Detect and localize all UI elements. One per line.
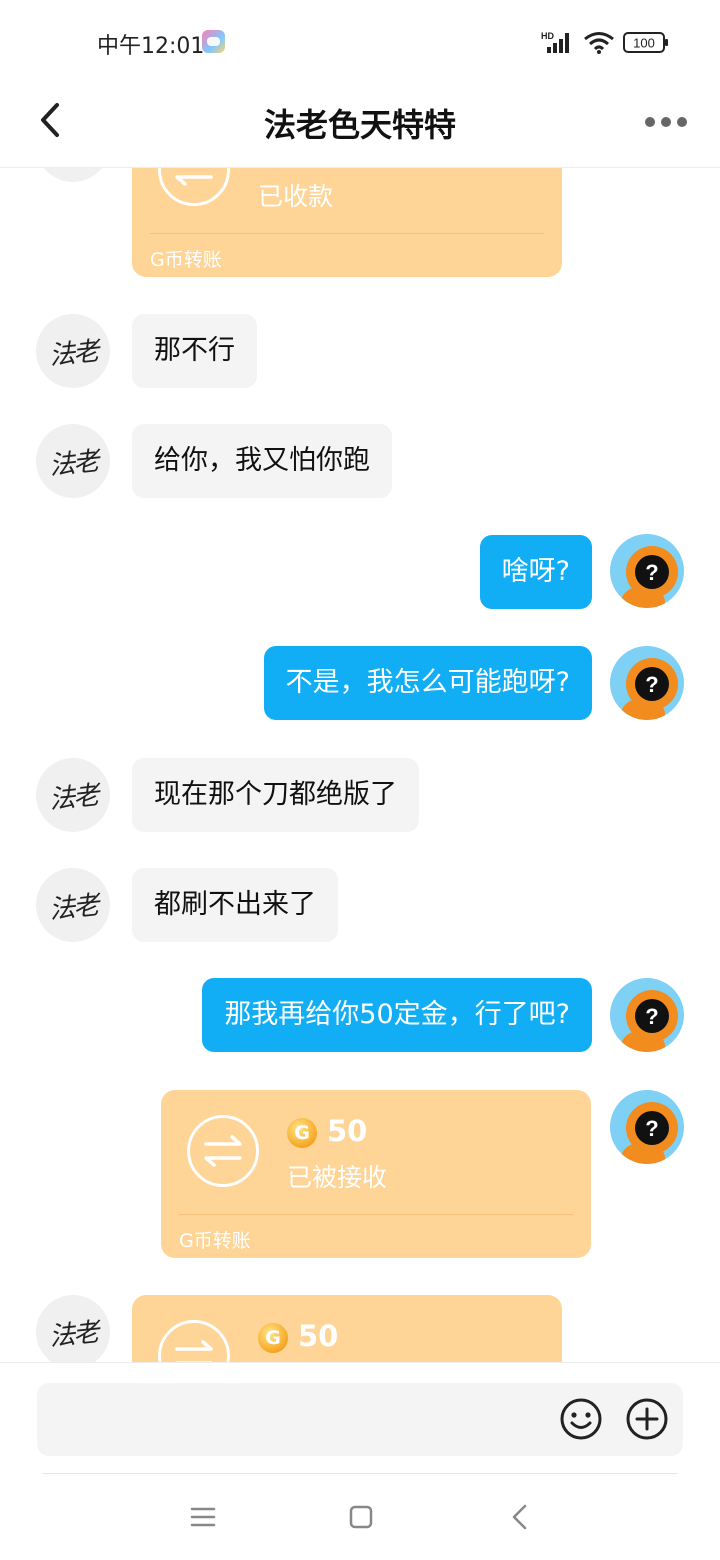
back-icon[interactable] (508, 1503, 532, 1531)
avatar-signature: 法老 (47, 890, 99, 925)
chat-title: 法老色天特特 (263, 106, 456, 144)
avatar-signature: 法老 (47, 446, 99, 481)
contact-avatar[interactable]: 法老 (36, 758, 110, 832)
svg-text:?: ? (645, 560, 658, 585)
chat-message-list[interactable]: 法老 已收款 G币转账 法老 那不行 法老 给你，我又怕你跑 啥呀? ? 不是，… (0, 168, 720, 1362)
self-avatar[interactable]: ? (610, 534, 684, 608)
g-coin-icon: G (287, 1118, 317, 1148)
wifi-icon (584, 32, 614, 54)
avatar-signature: 法老 (47, 1317, 99, 1352)
more-button[interactable] (636, 104, 696, 140)
transfer-card[interactable]: 已收款 G币转账 (132, 168, 562, 277)
svg-text:?: ? (645, 1116, 658, 1141)
contact-avatar[interactable]: 法老 (36, 424, 110, 498)
self-avatar[interactable]: ? (610, 978, 684, 1052)
contact-avatar[interactable]: 法老 (36, 168, 110, 182)
contact-avatar[interactable]: 法老 (36, 314, 110, 388)
transfer-icon (158, 1320, 230, 1362)
message-input-bar (0, 1362, 720, 1474)
transfer-divider (150, 233, 544, 234)
battery-icon: 100 (623, 32, 668, 53)
transfer-label: G币转账 (150, 249, 222, 271)
message-bubble[interactable]: 现在那个刀都绝版了 (132, 758, 419, 832)
g-coin-icon: G (258, 1323, 288, 1353)
message-bubble[interactable]: 给你，我又怕你跑 (132, 424, 392, 498)
plus-circle-icon (626, 1398, 668, 1440)
transfer-card[interactable]: G 50 (132, 1295, 562, 1362)
svg-text:?: ? (645, 1004, 658, 1029)
message-bubble-self[interactable]: 那我再给你50定金，行了吧? (202, 978, 592, 1052)
menu-icon[interactable] (190, 1504, 216, 1530)
avatar-signature: 法老 (47, 780, 99, 815)
message-bubble-self[interactable]: 不是，我怎么可能跑呀? (263, 646, 592, 720)
transfer-status: 已被接收 (287, 1163, 388, 1192)
svg-text:100: 100 (633, 36, 655, 51)
home-icon[interactable] (348, 1504, 374, 1530)
contact-avatar[interactable]: 法老 (36, 1295, 110, 1362)
self-avatar[interactable]: ? (610, 646, 684, 720)
message-bubble[interactable]: 都刷不出来了 (132, 868, 338, 942)
self-avatar[interactable]: ? (610, 1090, 684, 1164)
transfer-amount: 50 (327, 1114, 368, 1148)
message-bubble[interactable]: 那不行 (132, 314, 257, 388)
svg-text:?: ? (645, 672, 658, 697)
emoji-button[interactable] (559, 1397, 603, 1441)
status-time: 中午12:01 (97, 34, 205, 59)
chat-header: 法老色天特特 (0, 80, 720, 168)
more-actions-button[interactable] (625, 1397, 669, 1441)
svg-text:HD: HD (541, 31, 554, 41)
transfer-amount: 50 (298, 1319, 339, 1353)
transfer-icon (158, 168, 230, 206)
status-bar: 中午12:01 HD 100 (0, 0, 720, 80)
system-nav-bar (0, 1474, 720, 1560)
contact-avatar[interactable]: 法老 (36, 868, 110, 942)
message-bubble-self[interactable]: 啥呀? (479, 535, 592, 609)
transfer-icon (187, 1115, 259, 1187)
avatar-signature: 法老 (47, 336, 99, 371)
more-dots-icon (645, 117, 687, 127)
game-app-icon (202, 30, 225, 53)
transfer-divider (179, 1214, 573, 1215)
transfer-label: G币转账 (179, 1230, 251, 1252)
transfer-card[interactable]: G 50 已被接收 G币转账 (161, 1090, 591, 1258)
transfer-status: 已收款 (258, 182, 334, 211)
signal-icon: HD (541, 31, 569, 53)
smiley-icon (560, 1398, 602, 1440)
